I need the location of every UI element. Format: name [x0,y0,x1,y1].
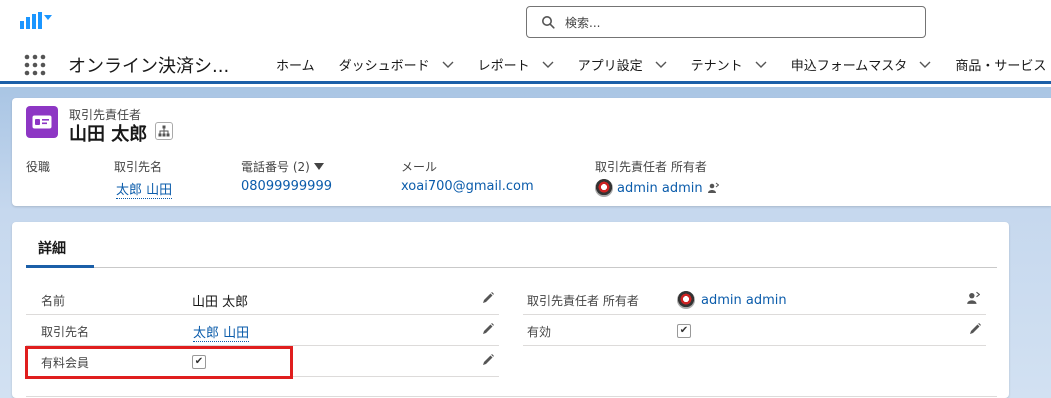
nav-tab-0[interactable]: ホーム [276,55,315,74]
nav-tab-label: 商品・サービス [955,58,1047,74]
nav-tab-1[interactable]: ダッシュボード [339,55,454,74]
chevron-down-icon[interactable] [755,58,767,70]
field-row-name: 名前 山田 太郎 [26,284,499,315]
pencil-icon[interactable] [481,353,495,367]
search-icon [542,16,555,29]
nav-tab-2[interactable]: レポート [478,55,554,74]
highlight-owner-link[interactable]: admin admin [617,181,703,196]
nav-tab-6[interactable]: 商品・サービス [955,55,1046,74]
change-owner-icon[interactable] [966,291,980,305]
pencil-icon[interactable] [968,322,982,336]
global-header: 検索... [0,0,1051,44]
record-highlights: 取引先責任者 山田 太郎 役職 取引先名 太郎 山田 電話番号 (2) 0809… [12,98,1051,206]
hierarchy-button[interactable] [155,122,173,140]
field-row-active: 有効 ✔ [523,315,986,346]
highlight-annotation-box [25,346,293,379]
search-placeholder: 検索... [565,15,601,30]
highlight-phone: 電話番号 (2) 08099999999 [241,158,332,194]
field-label: 名前 [41,294,66,308]
highlight-email-link[interactable]: xoai700@gmail.com [401,179,534,194]
owner-avatar [677,291,695,309]
highlight-phone-link[interactable]: 08099999999 [241,179,332,194]
highlight-title-label: 役職 [26,160,51,174]
field-row-account: 取引先名 太郎 山田 [26,315,499,346]
field-label: 取引先名 [41,325,90,339]
highlight-owner-label: 取引先責任者 所有者 [595,160,707,174]
pencil-icon[interactable] [481,291,495,305]
nav-tab-label: 申込フォームマスタ [790,58,908,74]
contact-icon [26,106,58,138]
highlight-account-link[interactable]: 太郎 山田 [116,179,173,199]
app-name: オンライン決済シ... [68,56,230,77]
nav-tab-4[interactable]: テナント [691,55,767,74]
field-label: 有効 [527,325,552,339]
chevron-down-icon[interactable] [655,58,667,70]
tab-active-indicator [26,265,94,268]
nav-tab-5[interactable]: 申込フォームマスタ [791,55,932,74]
highlight-title: 役職 [26,158,50,175]
chevron-down-icon[interactable] [442,58,454,70]
nav-tab-label: ダッシュボード [338,58,430,74]
highlight-email: メール xoai700@gmail.com [401,158,534,194]
highlight-owner: 取引先責任者 所有者 admin admin [595,158,719,197]
owner-avatar [595,179,613,197]
highlight-account-label: 取引先名 [114,160,163,174]
pencil-icon[interactable] [481,322,495,336]
caret-down-icon[interactable] [313,162,324,171]
app-logo-icon[interactable] [18,9,54,33]
nav-tab-label: テナント [690,58,743,74]
highlight-account: 取引先名 太郎 山田 [114,158,173,199]
nav-tab-label: レポート [477,58,530,74]
tab-divider [26,267,997,268]
app-launcher-icon[interactable] [24,54,46,76]
hierarchy-icon [158,125,170,137]
nav-tab-3[interactable]: アプリ設定 [578,55,667,74]
record-name: 山田 太郎 [69,124,148,145]
field-value: 山田 太郎 [192,295,249,310]
field-account-link[interactable]: 太郎 山田 [193,322,250,342]
chevron-down-icon[interactable] [542,58,554,70]
change-owner-icon[interactable] [707,182,719,194]
chevron-down-icon[interactable] [919,58,931,70]
field-row-owner: 取引先責任者 所有者 admin admin [523,284,986,315]
highlight-phone-label: 電話番号 (2) [241,160,310,174]
field-label: 取引先責任者 所有者 [527,294,639,308]
nav-tab-label: ホーム [276,58,315,74]
active-checkbox: ✔ [677,324,691,338]
section-divider [26,396,997,397]
app-nav-bar: オンライン決済シ... ホーム ダッシュボード レポート アプリ設定 テナント 申込フォー… [0,44,1051,84]
details-card: 詳細 名前 山田 太郎 取引先名 太郎 山田 有料会員 ✔ 取引先責任者 所有者… [12,222,1009,398]
nav-tabs: ホーム ダッシュボード レポート アプリ設定 テナント 申込フォームマスタ 商品・サービス [276,44,1051,84]
highlight-email-label: メール [401,160,438,174]
nav-tab-label: アプリ設定 [577,58,643,74]
global-search-input[interactable]: 検索... [526,6,926,38]
tab-details[interactable]: 詳細 [38,238,66,258]
field-owner-link[interactable]: admin admin [701,293,787,308]
